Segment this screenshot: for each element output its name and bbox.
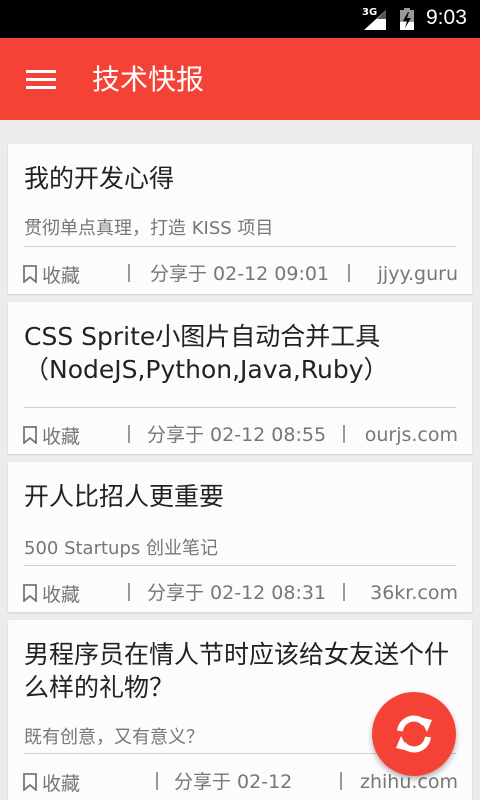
bookmark-icon	[23, 584, 37, 602]
separator	[128, 425, 130, 443]
bookmark-icon	[23, 773, 37, 791]
article-title: CSS Sprite小图片自动合并工具（NodeJS,Python,Java,R…	[24, 322, 389, 384]
status-bar: 3G 9:03	[0, 0, 480, 38]
separator	[128, 583, 130, 601]
separator	[340, 772, 342, 790]
refresh-button[interactable]	[372, 692, 456, 776]
separator	[343, 583, 345, 601]
refresh-icon	[396, 715, 432, 753]
article-footer: 收藏 分享于 02-12 08:55 ourjs.com	[8, 421, 472, 449]
article-footer: 收藏 分享于 02-12 09:01 jjyy.guru	[8, 260, 472, 288]
shared-time: 分享于 02-12 08:55	[147, 424, 327, 446]
divider	[24, 407, 456, 408]
separator	[343, 425, 345, 443]
bookmark-icon	[23, 426, 37, 444]
article-title: 男程序员在情人节时应该给女友送个什么样的礼物？	[24, 640, 450, 702]
favorite-label: 收藏	[42, 264, 81, 287]
article-description: 贯彻单点真理，打造 KISS 项目	[24, 218, 274, 239]
article-title: 开人比招人更重要	[24, 482, 225, 511]
signal-icon	[364, 10, 386, 30]
favorite-button[interactable]: 收藏	[22, 768, 80, 796]
divider	[24, 565, 456, 566]
favorite-label: 收藏	[42, 583, 81, 606]
favorite-button[interactable]: 收藏	[22, 421, 80, 449]
article-card[interactable]: 开人比招人更重要 500 Startups 创业笔记 收藏 分享于 02-12 …	[8, 462, 472, 612]
favorite-button[interactable]: 收藏	[22, 579, 80, 607]
favorite-label: 收藏	[42, 772, 81, 795]
favorite-button[interactable]: 收藏	[22, 260, 80, 288]
app-bar: 技术快报	[0, 38, 480, 120]
shared-time: 分享于 02-12 08:31	[147, 582, 327, 604]
article-source[interactable]: jjyy.guru	[378, 260, 458, 288]
separator	[128, 264, 130, 282]
article-footer: 收藏 分享于 02-12 08:31 36kr.com	[8, 579, 472, 607]
separator	[348, 264, 350, 282]
article-title: 我的开发心得	[24, 164, 175, 193]
article-source[interactable]: 36kr.com	[370, 579, 458, 607]
shared-time: 分享于 02-12 09:01	[150, 263, 330, 285]
article-description: 500 Startups 创业笔记	[24, 538, 218, 559]
clock: 9:03	[426, 6, 467, 29]
article-description: 既有创意，又有意义？	[24, 727, 204, 748]
divider	[24, 246, 456, 247]
menu-icon[interactable]	[24, 68, 58, 92]
separator	[156, 772, 158, 790]
page-title: 技术快报	[92, 63, 205, 96]
favorite-label: 收藏	[42, 425, 81, 448]
bookmark-icon	[23, 265, 37, 283]
article-card[interactable]: 我的开发心得 贯彻单点真理，打造 KISS 项目 收藏 分享于 02-12 09…	[8, 144, 472, 294]
article-card[interactable]: CSS Sprite小图片自动合并工具（NodeJS,Python,Java,R…	[8, 302, 472, 454]
battery-charging-icon	[400, 8, 414, 30]
article-source[interactable]: ourjs.com	[365, 421, 458, 449]
shared-time: 分享于 02-12	[174, 771, 293, 793]
